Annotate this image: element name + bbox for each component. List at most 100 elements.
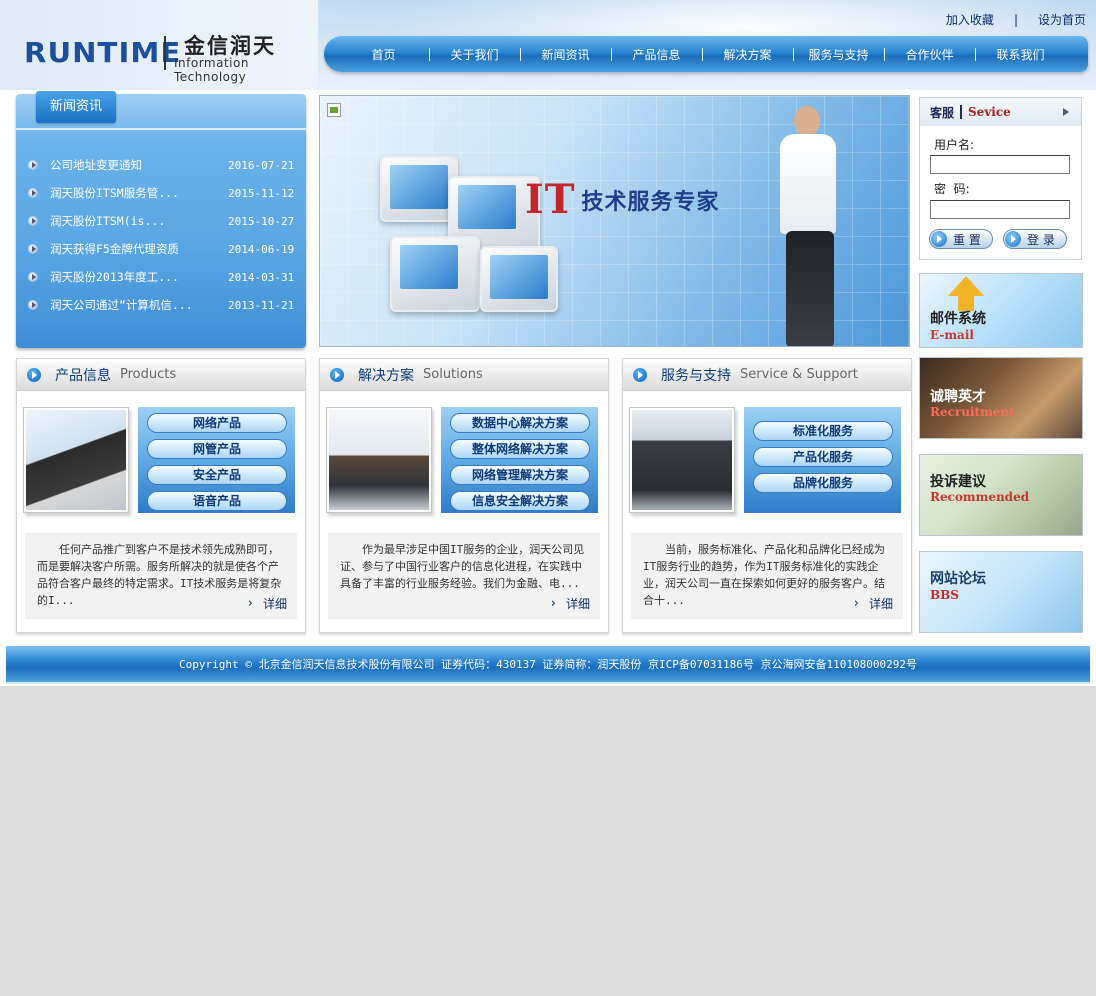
add-favorite-link[interactable]: 加入收藏 — [946, 11, 994, 28]
nav-products[interactable]: 产品信息 — [611, 46, 702, 63]
nav-service[interactable]: 服务与支持 — [793, 46, 884, 63]
top-links: 加入收藏 | 设为首页 — [946, 11, 1086, 28]
slogan-it: IT — [525, 176, 576, 223]
login-title-cn: 客服 — [930, 105, 955, 120]
nav-partners[interactable]: 合作伙伴 — [884, 46, 975, 63]
tile-title: 诚聘英才 — [930, 389, 986, 405]
username-label: 用户名: — [934, 138, 975, 152]
play-icon — [931, 231, 947, 247]
complaint-advice-tile[interactable]: 投诉建议 Recommended — [919, 454, 1083, 536]
panel-header: 服务与支持 Service & Support — [623, 359, 911, 391]
banner-slogan: IT 技术服务专家 — [525, 176, 720, 223]
chevron-right-icon: › — [550, 596, 556, 611]
news-item[interactable]: 润天股份2013年度工... 2014-03-31 — [28, 263, 296, 291]
set-homepage-link[interactable]: 设为首页 — [1038, 11, 1086, 28]
more-link[interactable]: › 详细 — [243, 595, 287, 612]
news-item-title: 润天获得F5金牌代理资质 — [50, 242, 179, 256]
news-title: 新闻资讯 — [36, 91, 116, 123]
chevron-right-icon: › — [853, 596, 859, 611]
nav-news[interactable]: 新闻资讯 — [520, 46, 611, 63]
menu-item-network-solution[interactable]: 整体网络解决方案 — [450, 439, 590, 459]
news-item[interactable]: 润天公司通过“计算机信... 2013-11-21 — [28, 291, 296, 319]
news-list: 公司地址变更通知 2016-07-21 润天股份ITSM服务管... 2015-11… — [28, 151, 296, 319]
menu-item-management-solution[interactable]: 网络管理解决方案 — [450, 465, 590, 485]
solutions-menu: 数据中心解决方案 整体网络解决方案 网络管理解决方案 信息安全解决方案 — [441, 407, 598, 513]
news-item[interactable]: 润天股份ITSM(is... 2015-10-27 — [28, 207, 296, 235]
panel-title-en: Service & Support — [740, 367, 858, 382]
menu-item-voice-products[interactable]: 语音产品 — [147, 491, 287, 511]
tile-subtitle: Recruitment — [930, 405, 1015, 419]
products-menu: 网络产品 网管产品 安全产品 语音产品 — [138, 407, 295, 513]
main-nav: 首页 关于我们 新闻资讯 产品信息 解决方案 服务与支持 合作伙伴 联系我们 — [324, 36, 1088, 72]
panel-title-cn: 服务与支持 — [661, 367, 731, 384]
bullet-icon — [28, 300, 38, 310]
news-item-title: 公司地址变更通知 — [50, 158, 142, 172]
panel-title-en: Products — [120, 367, 177, 382]
panel-title-cn: 产品信息 — [55, 367, 111, 384]
recruitment-tile[interactable]: 诚聘英才 Recruitment — [919, 357, 1083, 439]
more-link[interactable]: › 详细 — [546, 595, 590, 612]
reset-button[interactable]: 重 置 — [929, 229, 993, 249]
tile-subtitle: E-mail — [930, 328, 974, 342]
more-label: 详细 — [262, 597, 287, 611]
tile-title: 邮件系统 — [930, 311, 986, 327]
email-system-tile[interactable]: 邮件系统 E-mail — [919, 273, 1083, 348]
menu-item-datacenter-solution[interactable]: 数据中心解决方案 — [450, 413, 590, 433]
menu-item-network-products[interactable]: 网络产品 — [147, 413, 287, 433]
arrow-right-icon[interactable] — [1063, 108, 1069, 116]
more-link[interactable]: › 详细 — [849, 595, 893, 612]
play-icon — [1005, 231, 1021, 247]
monitor-icon — [380, 156, 458, 222]
news-box: 新闻资讯 公司地址变更通知 2016-07-21 润天股份ITSM服务管... 20… — [16, 91, 306, 348]
menu-item-standard-service[interactable]: 标准化服务 — [753, 421, 893, 441]
company-logo[interactable]: RUNTIME 金信润天 Information Technology — [24, 30, 319, 84]
menu-item-network-management[interactable]: 网管产品 — [147, 439, 287, 459]
news-item[interactable]: 润天获得F5金牌代理资质 2014-06-19 — [28, 235, 296, 263]
bullet-icon — [28, 244, 38, 254]
news-item[interactable]: 公司地址变更通知 2016-07-21 — [28, 151, 296, 179]
login-title-separator — [960, 105, 963, 119]
bullet-icon — [28, 216, 38, 226]
tile-subtitle: BBS — [930, 588, 959, 602]
news-item-date: 2016-07-21 — [228, 158, 295, 172]
logo-english: RUNTIME — [24, 36, 182, 69]
forum-tile[interactable]: 网站论坛 BBS — [919, 551, 1083, 633]
username-input[interactable] — [930, 155, 1070, 174]
service-photo — [629, 407, 735, 513]
panel-title-cn: 解决方案 — [358, 367, 414, 384]
play-circle-icon — [633, 367, 647, 382]
play-circle-icon — [27, 367, 41, 382]
figure-pants — [786, 231, 834, 346]
menu-item-brand-service[interactable]: 品牌化服务 — [753, 473, 893, 493]
nav-home[interactable]: 首页 — [338, 46, 429, 63]
figure-shirt — [780, 134, 836, 234]
figure-head — [794, 106, 820, 136]
businessman-figure — [760, 96, 870, 346]
bullet-icon — [28, 160, 38, 170]
menu-item-security-products[interactable]: 安全产品 — [147, 465, 287, 485]
logo-subtitle: Information Technology — [174, 56, 249, 84]
menu-item-security-solution[interactable]: 信息安全解决方案 — [450, 491, 590, 511]
login-box: 客服 Sevice 用户名: 密 码: 重 置 登 录 — [919, 97, 1082, 260]
password-input[interactable] — [930, 200, 1070, 219]
news-item[interactable]: 润天股份ITSM服务管... 2015-11-12 — [28, 179, 296, 207]
news-item-date: 2014-03-31 — [228, 270, 295, 284]
news-item-title: 润天股份ITSM服务管... — [50, 186, 179, 200]
page: RUNTIME 金信润天 Information Technology 加入收藏… — [0, 0, 1096, 686]
nav-about[interactable]: 关于我们 — [429, 46, 520, 63]
nav-contact[interactable]: 联系我们 — [975, 46, 1066, 63]
menu-item-product-service[interactable]: 产品化服务 — [753, 447, 893, 467]
news-item-title: 润天公司通过“计算机信... — [50, 298, 193, 312]
login-header: 客服 Sevice — [920, 98, 1081, 126]
panel-title-en: Solutions — [423, 367, 483, 382]
slogan-text: 技术服务专家 — [581, 189, 720, 215]
more-label: 详细 — [565, 597, 590, 611]
news-item-date: 2013-11-21 — [228, 298, 295, 312]
site-footer: Copyright © 北京金信润天信息技术股份有限公司 证券代码：430137… — [6, 646, 1090, 684]
hero-banner[interactable]: IT 技术服务专家 — [319, 95, 910, 347]
tile-title: 网站论坛 — [930, 571, 986, 587]
nav-solutions[interactable]: 解决方案 — [702, 46, 793, 63]
login-button[interactable]: 登 录 — [1003, 229, 1067, 249]
news-item-title: 润天股份2013年度工... — [50, 270, 179, 284]
solutions-photo — [326, 407, 432, 513]
